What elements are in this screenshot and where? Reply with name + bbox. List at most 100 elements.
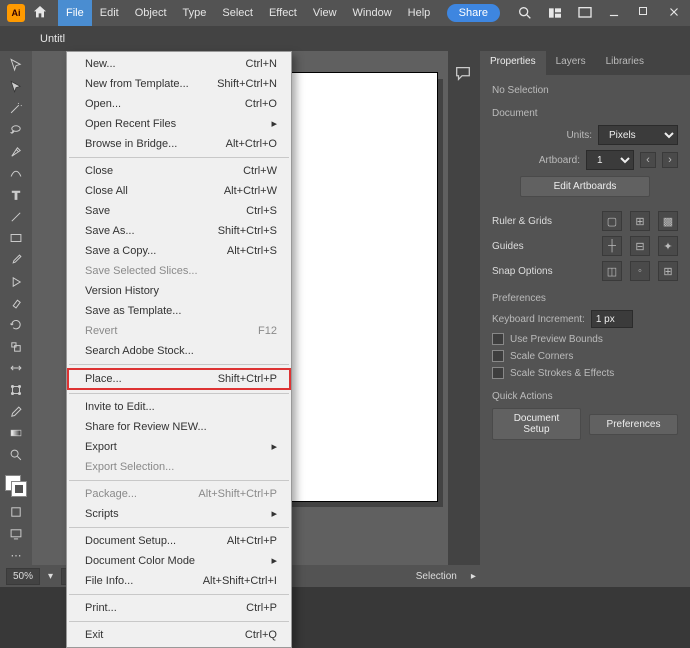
eraser-tool-icon[interactable] [4, 293, 28, 313]
free-transform-tool-icon[interactable] [4, 380, 28, 400]
lasso-tool-icon[interactable] [4, 120, 28, 140]
menu-type[interactable]: Type [175, 0, 215, 26]
scale-tool-icon[interactable] [4, 337, 28, 357]
magic-wand-tool-icon[interactable] [4, 98, 28, 118]
menu-help[interactable]: Help [400, 0, 439, 26]
comments-panel-icon[interactable] [454, 64, 474, 84]
search-icon[interactable] [517, 5, 533, 21]
file-menu-close-all[interactable]: Close AllAlt+Ctrl+W [67, 181, 291, 201]
gradient-tool-icon[interactable] [4, 423, 28, 443]
document-setup-button[interactable]: Document Setup [492, 408, 581, 440]
snap-point-icon[interactable]: ◦ [630, 261, 650, 281]
tools-panel: ⋯ [0, 51, 32, 565]
use-preview-bounds-checkbox[interactable]: Use Preview Bounds [492, 333, 678, 345]
panel-tab-libraries[interactable]: Libraries [596, 51, 654, 75]
paintbrush-tool-icon[interactable] [4, 250, 28, 270]
menu-separator [69, 621, 289, 622]
file-menu-new-from-template[interactable]: New from Template...Shift+Ctrl+N [67, 74, 291, 94]
file-menu-share-for-review-new[interactable]: Share for Review NEW... [67, 417, 291, 437]
file-menu-search-adobe-stock[interactable]: Search Adobe Stock... [67, 341, 291, 361]
file-menu-save-a-copy[interactable]: Save a Copy...Alt+Ctrl+S [67, 241, 291, 261]
menu-file[interactable]: File [58, 0, 92, 26]
file-menu-open[interactable]: Open...Ctrl+O [67, 94, 291, 114]
home-icon[interactable] [32, 4, 50, 22]
preferences-button[interactable]: Preferences [589, 414, 678, 435]
guides-visibility-icon[interactable]: ┼ [602, 236, 622, 256]
keyboard-increment-input[interactable] [591, 310, 633, 328]
share-button[interactable]: Share [447, 4, 500, 22]
type-tool-icon[interactable] [4, 185, 28, 205]
selection-tool-icon[interactable] [4, 55, 28, 75]
file-menu-print[interactable]: Print...Ctrl+P [67, 598, 291, 618]
screen-mode-icon[interactable] [4, 524, 28, 544]
properties-panel: PropertiesLayersLibraries No Selection D… [480, 51, 690, 565]
arrange-windows-icon[interactable] [547, 5, 563, 21]
file-menu-file-info[interactable]: File Info...Alt+Shift+Ctrl+I [67, 571, 291, 591]
rectangle-tool-icon[interactable] [4, 228, 28, 248]
line-tool-icon[interactable] [4, 207, 28, 227]
menu-separator [69, 480, 289, 481]
scale-strokes-checkbox[interactable]: Scale Strokes & Effects [492, 367, 678, 379]
smart-guides-icon[interactable]: ✦ [658, 236, 678, 256]
file-menu-new[interactable]: New...Ctrl+N [67, 54, 291, 74]
menu-separator [69, 364, 289, 365]
panel-tab-layers[interactable]: Layers [546, 51, 596, 75]
artboard-prev-icon[interactable]: ‹ [640, 152, 656, 168]
zoom-dropdown-icon[interactable]: ▾ [48, 571, 53, 582]
snap-grid-icon[interactable]: ⊞ [658, 261, 678, 281]
menu-effect[interactable]: Effect [261, 0, 305, 26]
file-menu-save-as-template[interactable]: Save as Template... [67, 301, 291, 321]
file-menu-save-as[interactable]: Save As...Shift+Ctrl+S [67, 221, 291, 241]
fill-stroke-swatches[interactable] [3, 473, 29, 494]
file-menu-exit[interactable]: ExitCtrl+Q [67, 625, 291, 645]
artboard-next-icon[interactable]: › [662, 152, 678, 168]
file-menu-invite-to-edit[interactable]: Invite to Edit... [67, 397, 291, 417]
file-menu-version-history[interactable]: Version History [67, 281, 291, 301]
file-menu-document-setup[interactable]: Document Setup...Alt+Ctrl+P [67, 531, 291, 551]
guides-lock-icon[interactable]: ⊟ [630, 236, 650, 256]
file-menu-document-color-mode[interactable]: Document Color Mode▸ [67, 551, 291, 571]
close-icon[interactable] [667, 5, 683, 21]
grid-icon[interactable]: ⊞ [630, 211, 650, 231]
snap-pixel-icon[interactable]: ◫ [602, 261, 622, 281]
transparency-grid-icon[interactable]: ▩ [658, 211, 678, 231]
units-select[interactable]: Pixels [598, 125, 678, 145]
menu-edit[interactable]: Edit [92, 0, 127, 26]
file-menu-close[interactable]: CloseCtrl+W [67, 161, 291, 181]
minimize-icon[interactable] [607, 5, 623, 21]
scale-corners-checkbox[interactable]: Scale Corners [492, 350, 678, 362]
menu-window[interactable]: Window [345, 0, 400, 26]
eyedropper-tool-icon[interactable] [4, 402, 28, 422]
edit-toolbar-icon[interactable]: ⋯ [4, 545, 28, 565]
maximize-icon[interactable] [637, 5, 653, 21]
direct-selection-tool-icon[interactable] [4, 77, 28, 97]
zoom-field[interactable]: 50% [6, 568, 40, 585]
menu-separator [69, 393, 289, 394]
document-tab[interactable]: Untitl [40, 33, 65, 45]
file-menu-save[interactable]: SaveCtrl+S [67, 201, 291, 221]
file-menu-open-recent-files[interactable]: Open Recent Files▸ [67, 114, 291, 134]
width-tool-icon[interactable] [4, 358, 28, 378]
pen-tool-icon[interactable] [4, 142, 28, 162]
edit-artboards-button[interactable]: Edit Artboards [520, 176, 650, 197]
curvature-tool-icon[interactable] [4, 163, 28, 183]
file-menu-browse-in-bridge[interactable]: Browse in Bridge...Alt+Ctrl+O [67, 134, 291, 154]
menu-separator [69, 527, 289, 528]
menu-view[interactable]: View [305, 0, 345, 26]
artboard-select[interactable]: 1 [586, 150, 634, 170]
section-quick-actions: Quick Actions [492, 391, 678, 402]
ruler-icon[interactable]: ▢ [602, 211, 622, 231]
file-menu-place[interactable]: Place...Shift+Ctrl+P [67, 368, 291, 390]
status-dropdown-icon[interactable]: ▸ [471, 571, 476, 582]
zoom-tool-icon[interactable] [4, 445, 28, 465]
draw-mode-icon[interactable] [4, 502, 28, 522]
file-menu-scripts[interactable]: Scripts▸ [67, 504, 291, 524]
workspace-icon[interactable] [577, 5, 593, 21]
shaper-tool-icon[interactable] [4, 272, 28, 292]
menu-object[interactable]: Object [127, 0, 175, 26]
panel-tab-properties[interactable]: Properties [480, 51, 546, 75]
rotate-tool-icon[interactable] [4, 315, 28, 335]
file-menu-export[interactable]: Export▸ [67, 437, 291, 457]
menu-select[interactable]: Select [214, 0, 261, 26]
section-snap-options: Snap Options [492, 266, 553, 277]
